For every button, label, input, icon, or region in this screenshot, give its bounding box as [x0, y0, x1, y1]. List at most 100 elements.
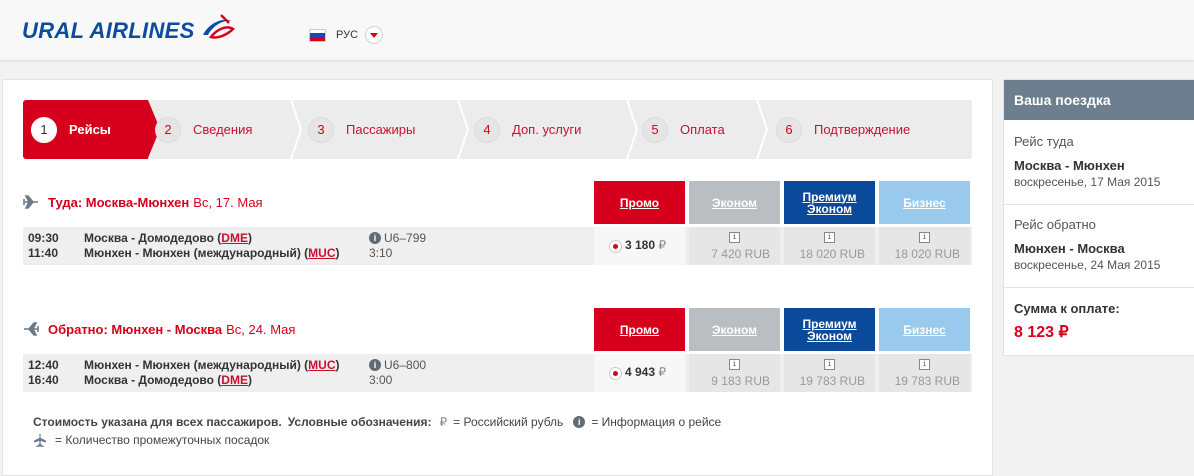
fare-info-icon[interactable]: i [824, 359, 835, 370]
total-amount: 8 123 ₽ [1014, 324, 1069, 341]
flight-number: U6–799 [384, 231, 427, 245]
fare-tab-promo[interactable]: Промо [594, 308, 685, 351]
step-separator [457, 100, 469, 159]
econom-price: 9 183 RUB [711, 374, 770, 388]
flight-meta: U6–799 3:10 [369, 231, 426, 261]
inbound-route: Мюнхен - Москва [1014, 241, 1125, 256]
departure-time: 12:40 [28, 358, 59, 372]
summary-inbound: Рейс обратно Мюнхен - Москва воскресенье… [1004, 204, 1194, 286]
step-number: 5 [642, 116, 668, 143]
info-icon: i [573, 416, 586, 428]
arrival-airport-code[interactable]: MUC [308, 246, 335, 260]
outbound-flight-row: 09:30 11:40 Москва - Домодедово (DME) Мю… [23, 227, 972, 265]
fare-info-icon[interactable]: i [729, 232, 740, 243]
fare-info-icon[interactable]: i [919, 232, 930, 243]
fare-radio[interactable] [609, 367, 622, 380]
promo-fare-cell[interactable]: 3 180 ₽ [594, 227, 685, 265]
business-fare-cell[interactable]: i 19 783 RUB [879, 354, 970, 392]
legend-info: = Информация о рейсе [591, 415, 722, 429]
inbound-header: Обратно: Мюнхен - Москва Вс, 24. Мая [23, 321, 295, 337]
departure-airport-name: Москва - Домодедово [84, 231, 214, 245]
step-confirmation[interactable]: 6 Подтверждение [776, 100, 910, 159]
inbound-date: Вс, 24. Мая [226, 321, 296, 337]
inbound-caption: Рейс обратно [1014, 217, 1096, 232]
outbound-caption: Рейс туда [1014, 134, 1074, 149]
flight-number: U6–800 [384, 358, 427, 372]
inbound-flight-row: 12:40 16:40 Мюнхен - Мюнхен (международн… [23, 354, 972, 392]
total-caption: Сумма к оплате: [1014, 301, 1120, 316]
fare-tab-econom[interactable]: Эконом [689, 308, 780, 351]
ural-airlines-logo[interactable]: URAL AIRLINES [22, 14, 235, 44]
plane-arrival-icon [24, 322, 39, 336]
step-separator [756, 100, 768, 159]
booking-steps: 1 Рейсы 2 Сведения 3 Пассажиры 4 Доп. ус… [23, 100, 972, 159]
fare-tab-business[interactable]: Бизнес [879, 181, 970, 224]
language-selector[interactable]: РУС [309, 26, 384, 44]
step-label: Оплата [680, 122, 725, 137]
summary-total: Сумма к оплате: 8 123 ₽ [1004, 287, 1194, 355]
logo-text: URAL AIRLINES [22, 18, 195, 43]
econom-fare-cell[interactable]: i 7 420 RUB [689, 227, 780, 265]
promo-fare-cell[interactable]: 4 943 ₽ [594, 354, 685, 392]
arrival-time: 16:40 [28, 373, 59, 387]
fare-tab-premium[interactable]: Премиум Эконом [784, 181, 875, 224]
promo-price: 3 180 ₽ [625, 238, 667, 252]
departure-airport: Мюнхен - Мюнхен (международный) (MUC) [84, 358, 340, 372]
econom-price: 7 420 RUB [711, 247, 770, 261]
fare-info-icon[interactable]: i [729, 359, 740, 370]
fare-info-icon[interactable]: i [824, 232, 835, 243]
step-extra-services[interactable]: 4 Доп. услуги [474, 100, 581, 159]
step-payment[interactable]: 5 Оплата [642, 100, 725, 159]
flight-duration: 3:10 [369, 246, 393, 260]
step-passengers[interactable]: 3 Пассажиры [308, 100, 415, 159]
departure-airport-code[interactable]: DME [221, 231, 248, 245]
outbound-route: Москва - Мюнхен [1014, 158, 1125, 173]
business-fare-cell[interactable]: i 18 020 RUB [879, 227, 970, 265]
arrival-airport-code[interactable]: DME [221, 373, 248, 387]
plane-departure-icon [23, 195, 38, 209]
flight-route: Мюнхен - Мюнхен (международный) (MUC) Мо… [84, 358, 340, 388]
chevron-down-icon[interactable] [365, 26, 384, 44]
step-label: Рейсы [69, 122, 111, 137]
inbound-date: воскресенье, 24 Мая 2015 [1014, 258, 1161, 272]
rub-symbol: ₽ [658, 238, 667, 252]
flight-duration: 3:00 [369, 373, 393, 387]
step-separator [290, 100, 302, 159]
business-price: 18 020 RUB [894, 247, 960, 261]
flight-times: 12:40 16:40 [28, 358, 59, 388]
step-details[interactable]: 2 Сведения [155, 100, 252, 159]
step-number: 2 [155, 116, 181, 143]
fare-tab-promo[interactable]: Промо [594, 181, 685, 224]
flight-times: 09:30 11:40 [28, 231, 59, 261]
step-flights[interactable]: 1 Рейсы [23, 100, 148, 159]
fare-tab-business[interactable]: Бизнес [879, 308, 970, 351]
step-label: Пассажиры [346, 122, 416, 137]
plane-icon [34, 433, 46, 447]
outbound-header: Туда: Москва-Мюнхен Вс, 17. Мая [23, 194, 263, 210]
logo-swoosh-icon [202, 14, 235, 39]
summary-outbound: Рейс туда Москва - Мюнхен воскресенье, 1… [1004, 120, 1194, 202]
fare-tab-premium[interactable]: Премиум Эконом [784, 308, 875, 351]
fare-info-icon[interactable]: i [919, 359, 930, 370]
arrival-airport: Москва - Домодедово (DME) [84, 373, 252, 387]
premium-fare-cell[interactable]: i 19 783 RUB [784, 354, 875, 392]
premium-price: 19 783 RUB [799, 374, 865, 388]
legend-title: Условные обозначения: [287, 415, 432, 429]
language-label: РУС [336, 29, 359, 41]
booking-panel: 1 Рейсы 2 Сведения 3 Пассажиры 4 Доп. ус… [2, 79, 993, 476]
step-label: Подтверждение [814, 122, 911, 137]
rub-symbol: ₽ [658, 365, 667, 379]
price-note: Стоимость указана для всех пассажиров. [33, 415, 282, 429]
premium-price: 18 020 RUB [799, 247, 865, 261]
departure-airport-code[interactable]: MUC [308, 358, 335, 372]
outbound-direction: Туда: Москва-Мюнхен [48, 194, 190, 210]
top-bar: URAL AIRLINES РУС [0, 0, 1194, 61]
econom-fare-cell[interactable]: i 9 183 RUB [689, 354, 780, 392]
fare-tab-econom[interactable]: Эконом [689, 181, 780, 224]
outbound-date: Вс, 17. Мая [193, 194, 263, 210]
premium-fare-cell[interactable]: i 18 020 RUB [784, 227, 875, 265]
rub-symbol: ₽ [439, 415, 448, 429]
step-label: Доп. услуги [512, 122, 582, 137]
arrival-airport-name: Мюнхен - Мюнхен (международный) [84, 246, 301, 260]
fare-radio[interactable] [609, 240, 622, 253]
